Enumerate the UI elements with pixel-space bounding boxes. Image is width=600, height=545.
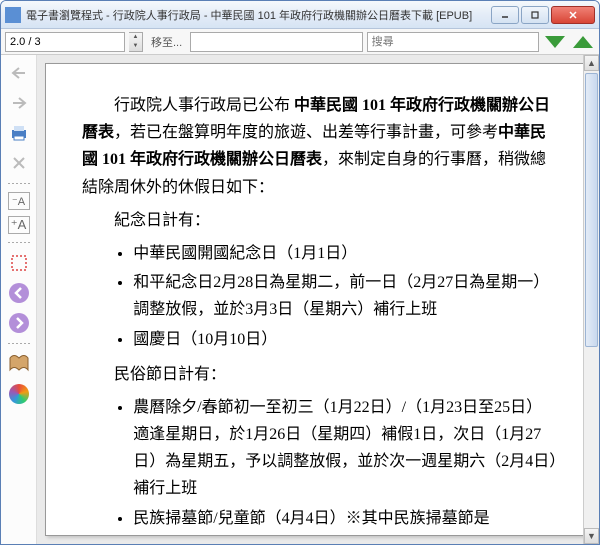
next-result-icon[interactable] <box>545 36 565 48</box>
list-memorial-days: 中華民國開國紀念日（1月1日） 和平紀念日2月28日為星期二，前一日（2月27日… <box>133 240 558 353</box>
scroll-thumb[interactable] <box>585 73 598 347</box>
window-controls <box>491 6 595 24</box>
list-item: 和平紀念日2月28日為星期二，前一日（2月27日為星期一）調整放假，並於3月3日… <box>133 269 558 323</box>
list-item: 國慶日（10月10日） <box>133 326 558 353</box>
app-icon <box>5 7 21 23</box>
close-button[interactable] <box>551 6 595 24</box>
font-decrease-icon[interactable]: ⁻A <box>8 192 30 210</box>
scroll-up-icon[interactable]: ▲ <box>584 55 599 71</box>
section-heading: 民俗節日計有： <box>82 361 558 388</box>
search-input[interactable] <box>367 32 539 52</box>
toolbar: ▲ ▼ 移至... <box>1 29 599 55</box>
delete-icon[interactable] <box>6 151 32 175</box>
divider <box>8 183 30 184</box>
app-window: 電子書瀏覽程式 - 行政院人事行政局 - 中華民國 101 年政府行政機關辦公日… <box>0 0 600 545</box>
preferences-icon[interactable] <box>6 382 32 406</box>
intro-text: 行政院人事行政局已公布 <box>114 97 294 114</box>
divider <box>8 343 30 344</box>
fullscreen-icon[interactable] <box>6 251 32 275</box>
sidebar: ⁻A ⁺A <box>1 55 37 544</box>
print-icon[interactable] <box>6 121 32 145</box>
back-icon[interactable] <box>6 61 32 85</box>
prev-page-button[interactable] <box>6 281 32 305</box>
goto-label: 移至... <box>151 34 182 50</box>
document-page: 行政院人事行政局已公布 中華民國 101 年政府行政機關辦公日曆表，若已在盤算明… <box>45 63 591 536</box>
window-title: 電子書瀏覽程式 - 行政院人事行政局 - 中華民國 101 年政府行政機關辦公日… <box>26 7 491 23</box>
titlebar[interactable]: 電子書瀏覽程式 - 行政院人事行政局 - 中華民國 101 年政府行政機關辦公日… <box>1 1 599 29</box>
minimize-button[interactable] <box>491 6 519 24</box>
document-viewport[interactable]: 行政院人事行政局已公布 中華民國 101 年政府行政機關辦公日曆表，若已在盤算明… <box>37 55 599 544</box>
goto-input[interactable] <box>190 32 362 52</box>
content-area: ⁻A ⁺A 行政院人事行政局已公布 中華民國 101 年政府行政機關辦公日曆表，… <box>1 55 599 544</box>
library-icon[interactable] <box>6 352 32 376</box>
maximize-button[interactable] <box>521 6 549 24</box>
list-item: 民族掃墓節/兒童節（4月4日）※其中民族掃墓節是 <box>133 505 558 532</box>
document-body: 行政院人事行政局已公布 中華民國 101 年政府行政機關辦公日曆表，若已在盤算明… <box>82 92 558 532</box>
page-spinner[interactable]: ▲ ▼ <box>129 32 143 52</box>
page-down-icon[interactable]: ▼ <box>129 42 142 51</box>
font-increase-icon[interactable]: ⁺A <box>8 216 30 234</box>
section-heading: 紀念日計有： <box>82 207 558 234</box>
page-up-icon[interactable]: ▲ <box>129 33 142 42</box>
list-item: 中華民國開國紀念日（1月1日） <box>133 240 558 267</box>
list-folk-festivals: 農曆除夕/春節初一至初三（1月22日）/（1月23日至25日）適逢星期日，於1月… <box>133 394 558 532</box>
page-number-input[interactable] <box>5 32 125 52</box>
next-page-button[interactable] <box>6 311 32 335</box>
prev-result-icon[interactable] <box>573 36 593 48</box>
scroll-down-icon[interactable]: ▼ <box>584 528 599 544</box>
intro-text: ，若已在盤算明年度的旅遊、出差等行事計畫，可參考 <box>114 124 498 141</box>
scroll-track[interactable] <box>584 71 599 528</box>
divider <box>8 242 30 243</box>
list-item: 農曆除夕/春節初一至初三（1月22日）/（1月23日至25日）適逢星期日，於1月… <box>133 394 558 503</box>
forward-icon[interactable] <box>6 91 32 115</box>
vertical-scrollbar[interactable]: ▲ ▼ <box>583 55 599 544</box>
